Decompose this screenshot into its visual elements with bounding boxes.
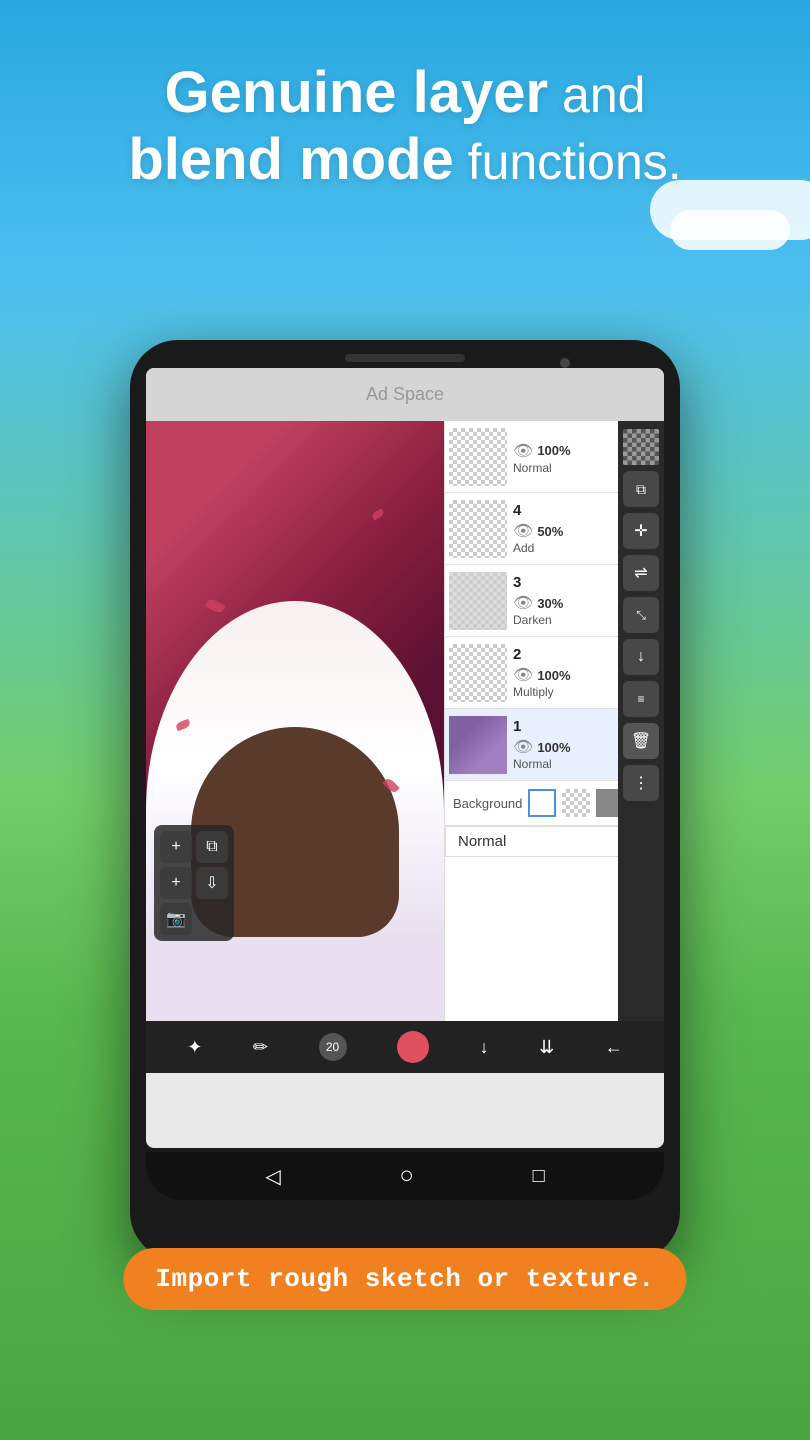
right-sidebar: ⧉ ✛ ⇌ ⤡ ↓ ≡ 🗑 ⋮ [618, 421, 664, 1021]
phone-camera [560, 358, 570, 368]
phone-device: Ad Space + ⧉ [130, 340, 680, 1260]
canvas-area: + ⧉ + ⇩ 📷 [146, 421, 664, 1021]
back-nav-icon[interactable]: ◁ [265, 1164, 280, 1189]
transform-button[interactable]: ⤡ [623, 597, 659, 633]
layer-percent-4: 50% [537, 524, 563, 539]
background-white-swatch[interactable] [528, 789, 556, 817]
screen-bottom-bar: ✦ ✏ 20 ↓ ⇊ ← [146, 1021, 664, 1073]
tool-panel: + ⧉ + ⇩ 📷 [154, 825, 234, 941]
delete-button[interactable]: 🗑 [623, 723, 659, 759]
phone-notch [345, 354, 465, 362]
layer-thumb-4 [449, 500, 507, 558]
header-light-2: functions. [454, 134, 682, 190]
eye-icon-top[interactable]: 👁 [513, 441, 533, 461]
merge-layer-button[interactable]: ⇩ [196, 867, 228, 899]
phone-body: Ad Space + ⧉ [130, 340, 680, 1260]
eye-icon-1[interactable]: 👁 [513, 737, 533, 757]
layer-thumb-2 [449, 644, 507, 702]
artwork-canvas[interactable]: + ⧉ + ⇩ 📷 [146, 421, 444, 1021]
duplicate-layer-button[interactable]: ⧉ [196, 831, 228, 863]
banner-text: Import rough sketch or texture. [155, 1264, 654, 1294]
header-light-1: and [548, 67, 645, 123]
ad-space: Ad Space [146, 368, 664, 421]
flip-horizontal-button[interactable]: ⇌ [623, 555, 659, 591]
move-button[interactable]: ✛ [623, 513, 659, 549]
header-area: Genuine layer and blend mode functions. [0, 60, 810, 193]
orange-banner: Import rough sketch or texture. [123, 1248, 686, 1310]
eye-icon-4[interactable]: 👁 [513, 521, 533, 541]
eye-icon-3[interactable]: 👁 [513, 593, 533, 613]
phone-screen: Ad Space + ⧉ [146, 368, 664, 1148]
blend-mode-label: Normal [458, 833, 506, 850]
layer-percent-3: 30% [537, 596, 563, 611]
add-sublayer-button[interactable]: + [160, 867, 192, 899]
clipboard-button[interactable]: ⧉ [623, 471, 659, 507]
layers-button[interactable]: ≡ [623, 681, 659, 717]
background-checker-swatch[interactable] [562, 789, 590, 817]
move-down-button[interactable]: ↓ [623, 639, 659, 675]
home-nav-icon[interactable]: ○ [399, 1162, 414, 1190]
layer-percent-top: 100% [537, 443, 570, 458]
add-layer-button[interactable]: + [160, 831, 192, 863]
undo-button[interactable]: ↓ [480, 1037, 489, 1058]
back-button[interactable]: ← [605, 1037, 623, 1058]
phone-nav-bar: ◁ ○ □ [146, 1152, 664, 1200]
checker-pattern-button[interactable] [623, 429, 659, 465]
layer-thumb-top [449, 428, 507, 486]
header-bold-1: Genuine layer [165, 60, 549, 125]
header-line2: blend mode functions. [40, 127, 770, 194]
brush-size-indicator[interactable]: 20 [319, 1033, 347, 1061]
recents-nav-icon[interactable]: □ [533, 1165, 545, 1188]
more-button[interactable]: ⋮ [623, 765, 659, 801]
redo-button[interactable]: ⇊ [539, 1037, 554, 1058]
anime-character [146, 601, 444, 1021]
sparkle-icon[interactable]: ✦ [187, 1037, 202, 1058]
layer-percent-2: 100% [537, 668, 570, 683]
background-label: Background [453, 796, 522, 811]
camera-button[interactable]: 📷 [160, 903, 192, 935]
layer-thumb-3 [449, 572, 507, 630]
layer-percent-1: 100% [537, 740, 570, 755]
eye-icon-2[interactable]: 👁 [513, 665, 533, 685]
header-bold-2: blend mode [128, 127, 453, 192]
layer-thumb-1 [449, 716, 507, 774]
brush-icon[interactable]: ✏ [253, 1037, 268, 1058]
header-line1: Genuine layer and [40, 60, 770, 127]
ad-label: Ad Space [366, 384, 444, 404]
cloud-2 [670, 210, 790, 250]
color-swatch-button[interactable] [397, 1031, 429, 1063]
